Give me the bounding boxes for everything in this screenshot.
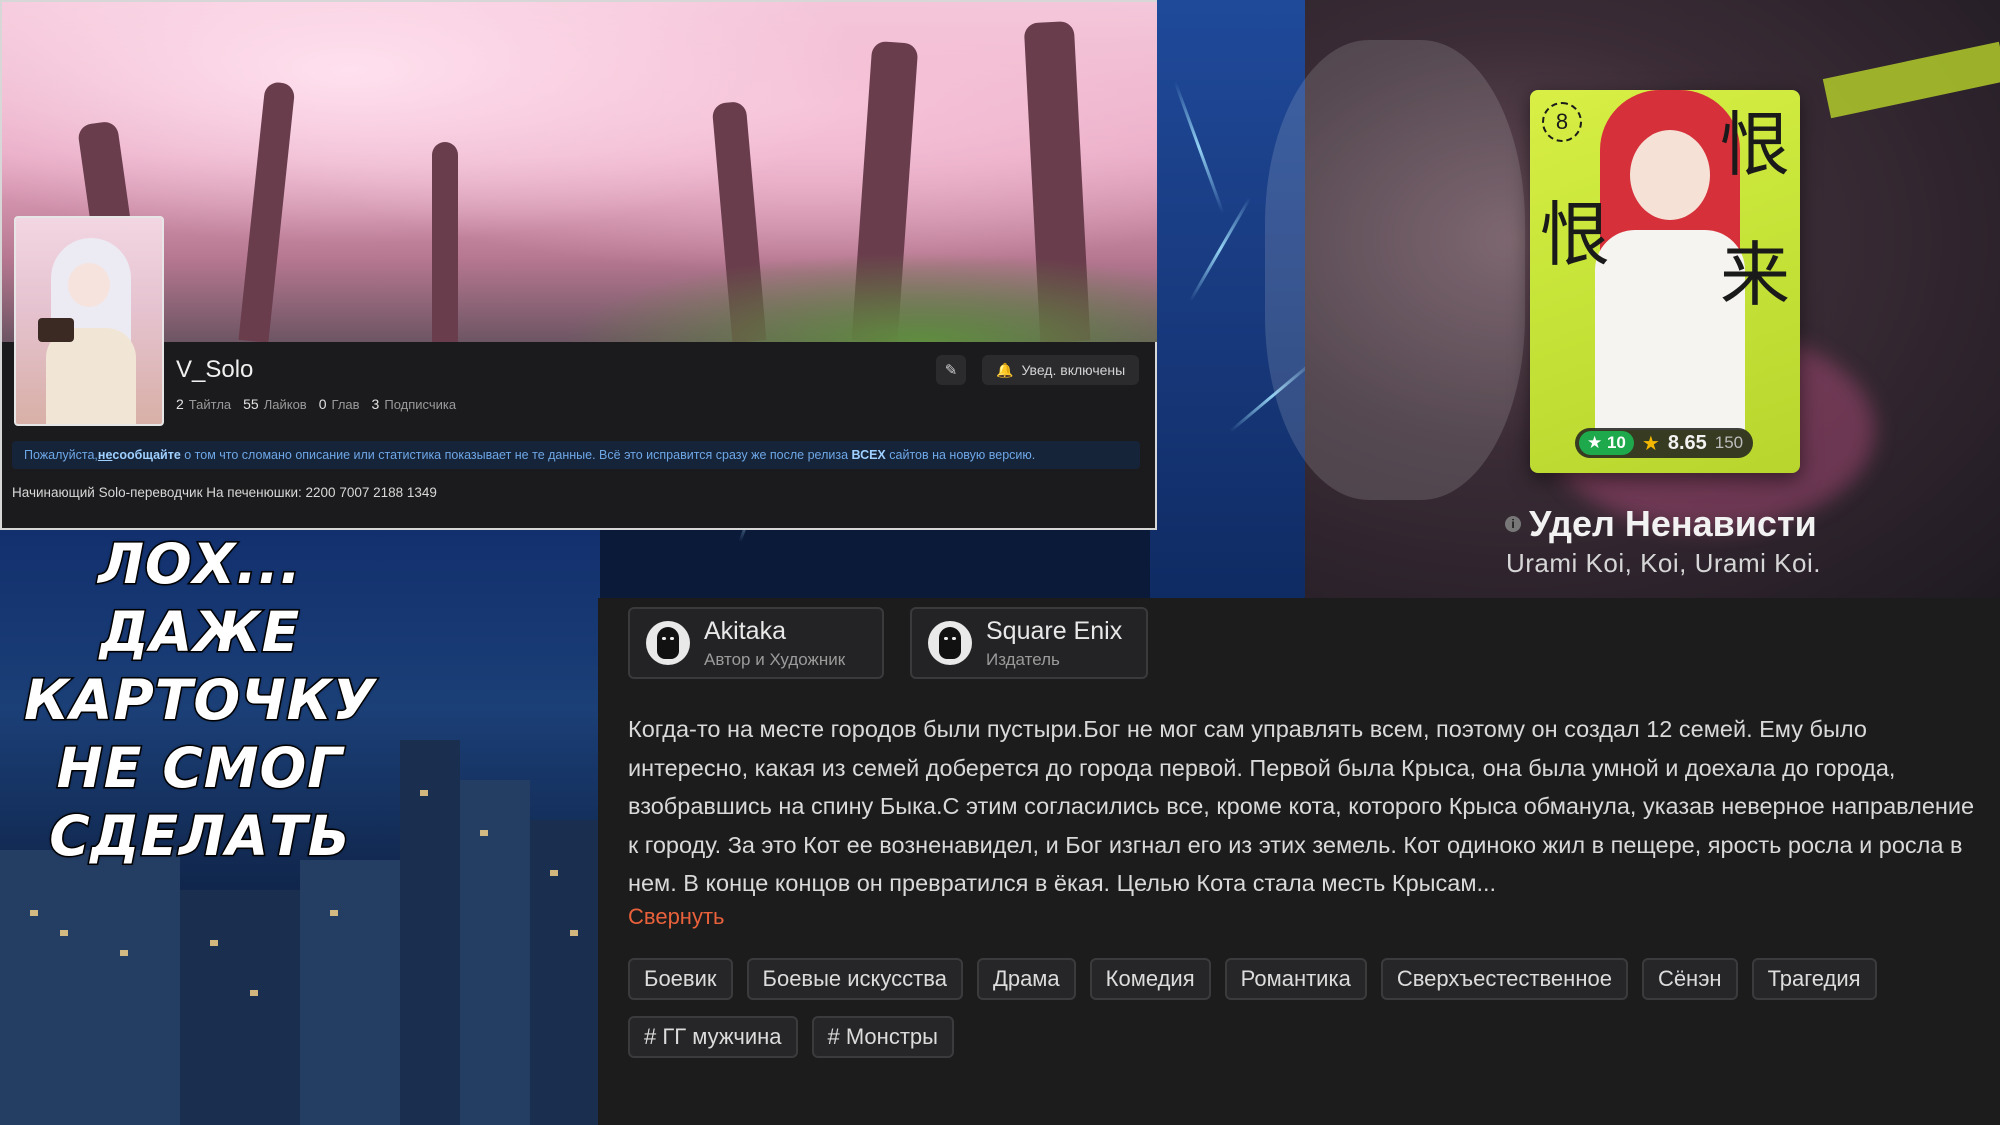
my-rating-value: 10 [1606,433,1626,452]
creator-name: Square Enix [986,616,1123,645]
pencil-icon: ✎ [944,362,958,379]
no-face-avatar-icon [646,621,690,665]
avatar[interactable] [14,216,164,426]
profile-bio: Начинающий Solo-переводчик На печенюшки:… [12,485,437,500]
creator-card-author[interactable]: Akitaka Автор и Художник [628,607,884,679]
stat-value: 0 [318,396,327,412]
notifications-button[interactable]: 🔔 Увед. включены [982,355,1140,385]
notice-emphasis: ВСЕХ [851,448,886,462]
notifications-label: Увед. включены [1021,362,1126,378]
stat-label: Глав [331,397,360,412]
notice-text: сайтов на новую версию. [885,448,1036,462]
volume-badge: 8 [1542,102,1582,142]
notice-text: о том что сломано описание или статистик… [180,448,852,462]
hashtag[interactable]: # ГГ мужчина [628,1016,798,1058]
meme-line: ДАЖЕ [98,599,301,666]
genre-tag[interactable]: Сёнэн [1641,958,1738,1000]
notice-emphasis: не [97,448,113,462]
creator-name: Akitaka [704,616,786,645]
username: V_Solo [176,356,254,383]
manga-cover[interactable]: 恨 来 恨 8 [1530,90,1800,473]
genre-tag[interactable]: Боевик [628,958,733,1000]
genre-tag[interactable]: Романтика [1224,958,1367,1000]
genre-list: Боевик Боевые искусства Драма Комедия Ро… [628,958,1877,1000]
profile-banner [2,2,1157,342]
creator-role: Автор и Художник [704,649,846,669]
stat-likes: 55 Лайков [243,396,307,412]
genre-tag[interactable]: Боевые искусства [746,958,963,1000]
stat-value: 3 [371,396,380,412]
my-rating: ★ 10 [1579,431,1634,455]
alt-names: Urami Koi, Koi, Urami Koi. [1506,548,1821,578]
notice-text: Пожалуйста, [24,448,98,462]
rating-count: 150 [1714,433,1744,452]
genre-tag[interactable]: Драма [976,958,1076,1000]
meme-line: ЛОХ... [97,531,303,598]
no-face-avatar-icon [928,621,972,665]
collapse-link[interactable]: Свернуть [628,904,725,930]
tag-list: # ГГ мужчина # Монстры [628,1016,954,1058]
star-icon: ★ [1641,432,1660,455]
stat-chapters: 0 Глав [319,396,360,412]
stat-value: 55 [243,396,259,412]
stat-label: Лайков [263,397,307,412]
creator-role: Издатель [986,649,1060,669]
info-icon[interactable]: i [1505,516,1521,532]
manga-title-text: Удел Ненависти [1529,503,1817,544]
genre-tag[interactable]: Комедия [1089,958,1211,1000]
meme-line: КАРТОЧКУ [23,667,377,734]
profile-stats: 2 Тайтла 55 Лайков 0 Глав 3 Подписчика [176,396,456,412]
meme-line: НЕ СМОГ [55,735,344,802]
notice-emphasis: сообщайте [112,448,181,462]
bell-icon: 🔔 [996,361,1014,378]
stat-value: 2 [176,396,184,412]
creator-card-publisher[interactable]: Square Enix Издатель [910,607,1148,679]
genre-tag[interactable]: Сверхъестественное [1380,958,1628,1000]
stat-subscribers: 3 Подписчика [372,396,457,412]
genre-tag[interactable]: Трагедия [1751,958,1877,1000]
rating-badge: ★ 10 ★ 8.65 150 [1575,428,1754,458]
notice-banner: Пожалуйста, не сообщайте о том что слома… [12,441,1140,469]
hashtag[interactable]: # Монстры [811,1016,954,1058]
manga-description: Когда-то на месте городов были пустыри.Б… [628,716,1975,897]
stat-label: Подписчика [384,397,457,412]
meme-caption: ЛОХ... ДАЖЕ КАРТОЧКУ НЕ СМОГ СДЕЛАТЬ [0,530,400,870]
stat-label: Тайтла [188,397,232,412]
stat-titles: 2 Тайтла [176,396,231,412]
manga-title: i Удел Ненависти [1505,503,1817,545]
average-rating: 8.65 [1667,431,1707,454]
meme-line: СДЕЛАТЬ [48,803,352,870]
edit-profile-button[interactable]: ✎ [936,355,966,385]
